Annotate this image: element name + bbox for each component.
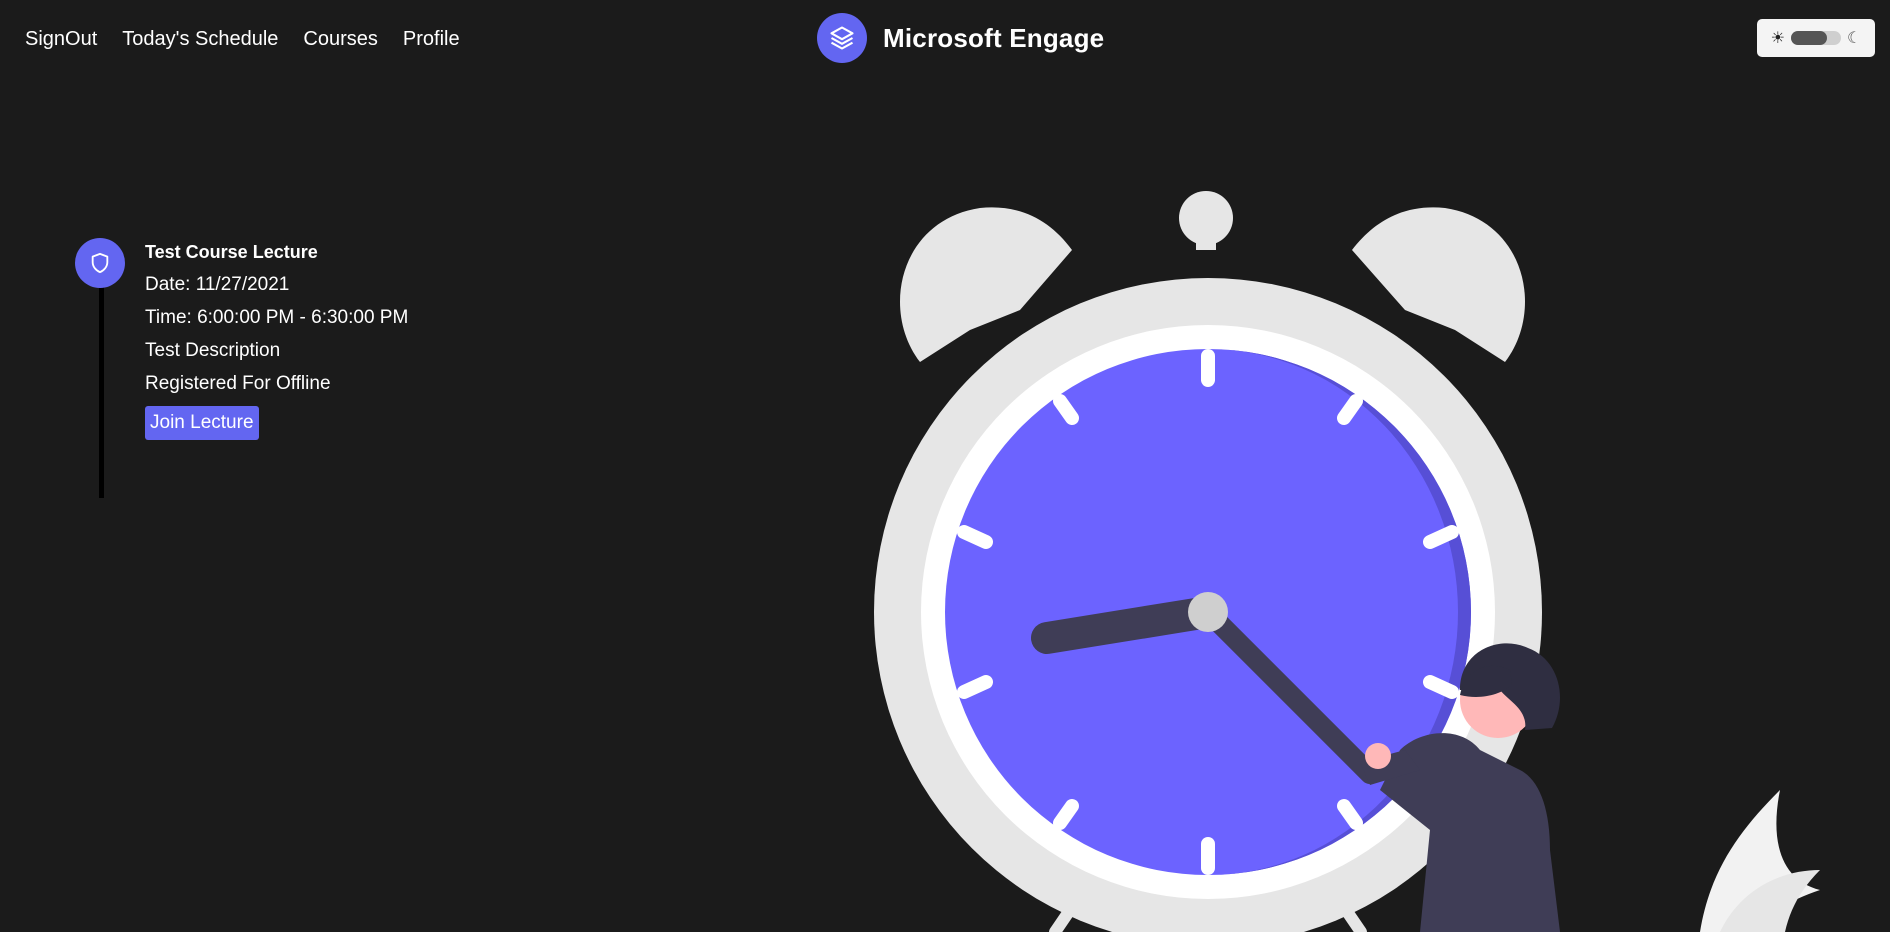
clock-center-pin [1188,592,1228,632]
nav-signout-link[interactable]: SignOut [25,25,97,53]
join-lecture-button[interactable]: Join Lecture [145,406,259,440]
nav-profile-link[interactable]: Profile [403,25,460,53]
brand-name: Microsoft Engage [883,22,1105,53]
event-description: Test Description [145,340,281,361]
alarm-clock-illustration [874,191,1820,932]
event-date: Date: 11/27/2021 [145,274,290,295]
lecture-event: Test Course Lecture Date: 11/27/2021 Tim… [145,240,408,440]
toggle-track[interactable] [1791,31,1841,45]
event-registration-status: Registered For Offline [145,373,331,394]
brand[interactable]: Microsoft Engage [817,13,1104,63]
event-title: Test Course Lecture [145,242,318,262]
shield-icon [75,238,125,288]
nav-courses-link[interactable]: Courses [303,25,377,53]
theme-toggle[interactable]: ☀ ☾ [1757,19,1875,57]
nav-todays-schedule-link[interactable]: Today's Schedule [122,25,278,53]
timeline-line [99,278,104,498]
toggle-knob [1791,31,1827,45]
event-time: Time: 6:00:00 PM - 6:30:00 PM [145,307,409,328]
moon-icon: ☾ [1847,30,1862,47]
top-navbar: SignOut Today's Schedule Courses Profile… [0,0,1890,78]
nav-links: SignOut Today's Schedule Courses Profile [25,25,485,53]
layers-icon [817,13,867,63]
sun-icon: ☀ [1770,30,1785,47]
